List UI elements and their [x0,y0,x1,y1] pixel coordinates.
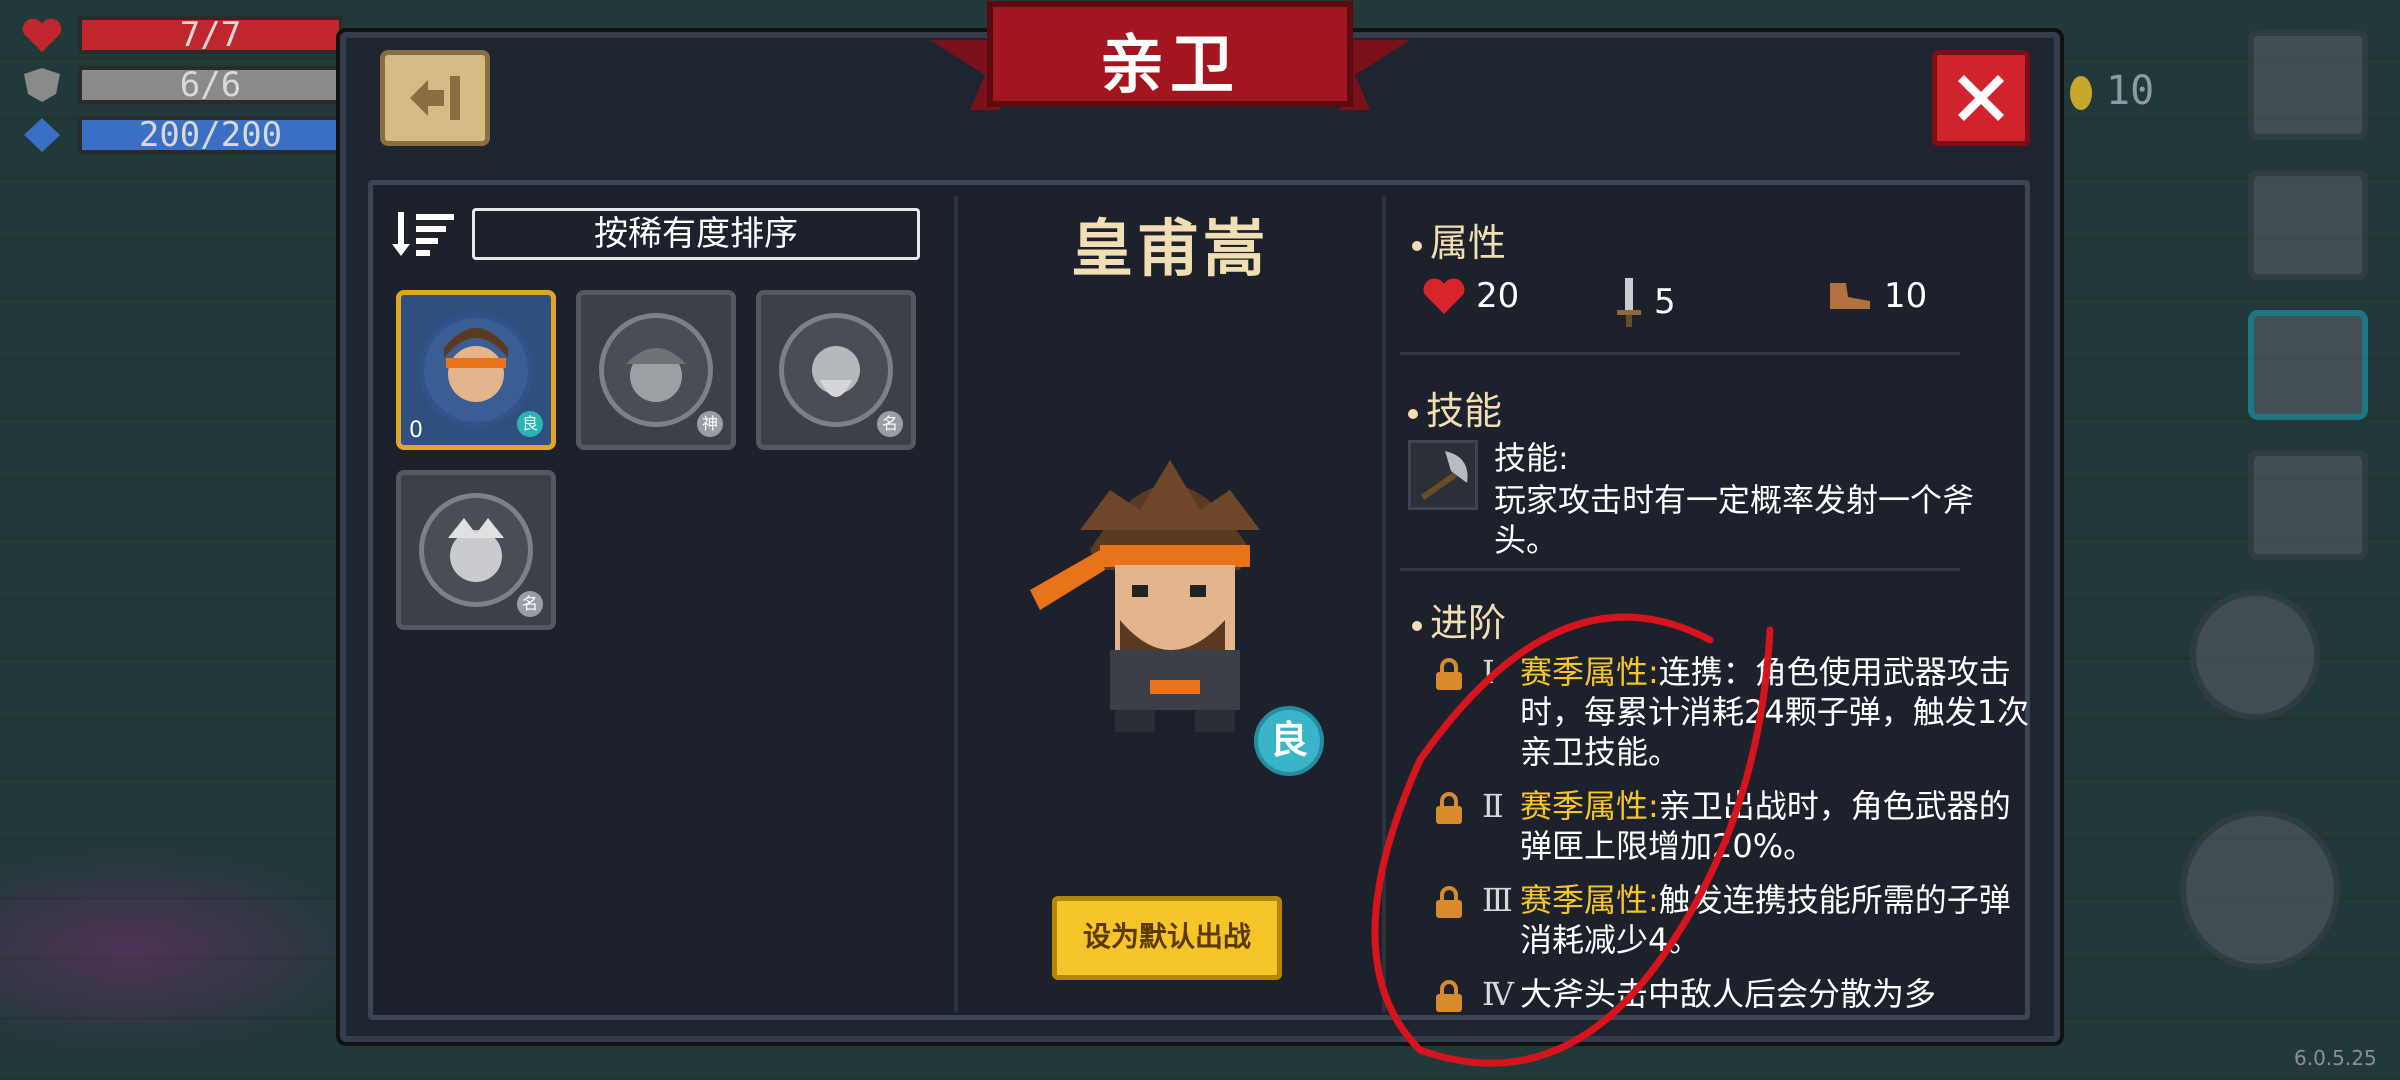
sort-dropdown[interactable]: 按稀有度排序 [472,208,920,260]
coin-counter: 10 [2070,68,2154,114]
weapon-slot-button[interactable] [2248,310,2368,420]
guard-portrait [419,313,533,427]
pause-button[interactable] [2248,30,2368,140]
advance-item-4: Ⅳ 大斧头击中敌人后会分散为多 [1434,974,2024,1014]
rarity-badge: 神 [697,411,723,437]
set-default-button[interactable]: 设为默认出战 [1052,896,1282,980]
divider [1400,352,1960,355]
rarity-badge: 名 [517,591,543,617]
divider [1400,568,1960,571]
axe-icon [1408,440,1478,510]
shield-icon [24,68,60,102]
divider [1382,196,1386,1012]
skill-header: 技能 [1408,380,1502,435]
skill-description: 玩家攻击时有一定概率发射一个斧头。 [1494,481,1975,559]
rarity-badge: 名 [877,411,903,437]
close-icon [1958,75,2004,121]
lock-icon [1436,886,1462,918]
lock-icon [1436,658,1462,690]
hero-sprite [1030,460,1260,732]
stat-speed: 10 [1826,276,1927,316]
guard-card-0[interactable]: 0 良 [396,290,556,450]
locked-portrait-icon [448,518,504,582]
sort-icon[interactable] [392,208,458,258]
armor-bar: 6/6 [78,66,343,104]
rarity-badge: 良 [517,411,543,437]
locked-portrait-icon [812,346,860,397]
exit-icon [410,76,460,120]
lock-icon [1436,792,1462,824]
hero-portrait-icon [444,328,508,402]
divider [954,196,958,1012]
guard-portrait [419,493,533,607]
heart-icon [1423,278,1465,314]
version-label: 6.0.5.25 [2294,1046,2377,1070]
swap-button[interactable] [2248,170,2368,280]
hero-rarity-badge: 良 [1254,706,1324,776]
hero-name: 皇甫嵩 [1070,212,1269,285]
guard-portrait [779,313,893,427]
sword-icon [1617,278,1641,327]
lock-icon [1436,980,1462,1012]
attributes-header: 属性 [1412,212,1506,267]
back-button[interactable] [380,50,490,146]
heart-icon [22,18,62,53]
panel-title: 亲卫 [1100,29,1240,103]
guard-card-3[interactable]: 名 [396,470,556,630]
energy-bar: 200/200 [78,116,343,154]
weapon-button[interactable] [2190,590,2320,720]
skill-label: 技能: [1494,439,1569,477]
stat-hp: 20 [1422,276,1519,316]
close-button[interactable] [1932,50,2030,146]
coin-icon [2070,76,2092,110]
stat-attack: 5 [1614,276,1676,328]
guard-card-2[interactable]: 名 [756,290,916,450]
guard-card-1[interactable]: 神 [576,290,736,450]
energy-icon [24,118,60,152]
advance-header: 进阶 [1412,592,1506,647]
hp-bar: 7/7 [78,16,343,54]
skill-button[interactable] [2248,450,2368,560]
locked-portrait-icon [626,348,686,402]
boot-icon [1830,283,1870,309]
game-screen: 7/7 6/6 200/200 10 亲卫 按稀有度排序 0 良 神 名 名 皇… [0,0,2400,1080]
attack-button[interactable] [2180,810,2340,970]
guard-portrait [599,313,713,427]
